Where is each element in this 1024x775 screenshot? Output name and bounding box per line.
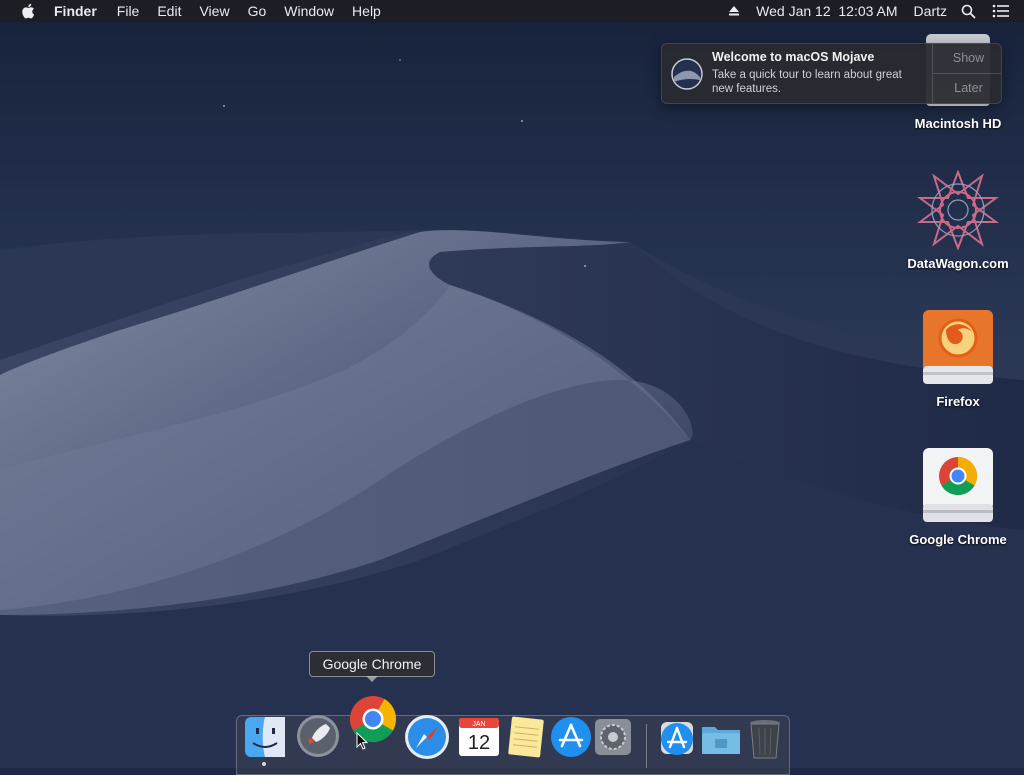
desktop-icon-datawagon[interactable]: DataWagon.com: [898, 170, 1018, 271]
later-button[interactable]: Later: [933, 74, 1001, 103]
desktop-wallpaper: [0, 0, 1024, 768]
menu-edit[interactable]: Edit: [148, 0, 190, 22]
dock-item-calendar[interactable]: JAN 12: [458, 716, 500, 758]
dock-item-trash[interactable]: [748, 718, 782, 760]
menu-go[interactable]: Go: [239, 0, 276, 22]
mouse-pointer-icon: [356, 732, 368, 750]
menu-app-name[interactable]: Finder: [54, 0, 106, 22]
app-store-icon: [551, 717, 591, 757]
menu-help[interactable]: Help: [343, 0, 390, 22]
menu-user[interactable]: Dartz: [914, 3, 947, 19]
welcome-notification[interactable]: Welcome to macOS Mojave Take a quick tou…: [661, 43, 1002, 104]
notification-body: Take a quick tour to learn about great n…: [712, 69, 902, 95]
notes-icon: [508, 716, 544, 758]
menu-file[interactable]: File: [108, 0, 149, 22]
menu-bar: Finder File Edit View Go Window Help Wed…: [0, 0, 1024, 22]
finder-running-indicator: [262, 762, 266, 766]
menu-window[interactable]: Window: [275, 0, 343, 22]
dock-item-notes[interactable]: [506, 716, 546, 758]
menu-clock[interactable]: Wed Jan 12 12:03 AM: [756, 3, 897, 19]
tooltip-arrow: [366, 676, 378, 682]
datawagon-icon: [916, 170, 1000, 250]
dock-item-documents[interactable]: [700, 722, 742, 756]
menu-extras: Wed Jan 12 12:03 AM Dartz: [720, 3, 1024, 19]
dock-item-launchpad[interactable]: [296, 714, 340, 758]
launchpad-rocket-icon: [297, 715, 339, 757]
dock-item-safari[interactable]: [404, 714, 450, 760]
spotlight-search-icon[interactable]: [961, 4, 976, 19]
desktop-icon-label: Firefox: [936, 394, 980, 409]
dock-item-finder[interactable]: [244, 716, 286, 758]
dock-item-system-preferences[interactable]: [594, 718, 632, 756]
desktop-icon-label: DataWagon.com: [907, 256, 1009, 271]
notification-actions: Show Later: [932, 44, 1001, 103]
desktop-icon-label: Macintosh HD: [914, 116, 1002, 131]
firefox-drive-icon: [923, 310, 993, 384]
calendar-day: 12: [468, 732, 490, 754]
desktop-icon-label: Google Chrome: [909, 532, 1007, 547]
eject-icon[interactable]: [728, 5, 740, 17]
dock-item-downloads[interactable]: [658, 718, 696, 758]
safari-compass-icon: [405, 715, 449, 759]
desktop-icon-firefox[interactable]: Firefox: [898, 308, 1018, 409]
finder-icon: [245, 717, 285, 757]
show-button[interactable]: Show: [933, 44, 1001, 74]
calendar-icon: JAN 12: [459, 718, 499, 756]
notification-title: Welcome to macOS Mojave: [712, 50, 875, 64]
apple-icon[interactable]: [20, 2, 38, 20]
notification-center-icon[interactable]: [992, 4, 1010, 18]
menu-view[interactable]: View: [190, 0, 238, 22]
dock-item-app-store[interactable]: [550, 716, 592, 758]
downloads-stack-icon: [661, 722, 693, 755]
desktop-icon-google-chrome[interactable]: Google Chrome: [898, 446, 1018, 547]
calendar-month: JAN: [472, 721, 485, 728]
gear-icon: [595, 719, 631, 755]
mojave-icon: [671, 58, 703, 90]
folder-icon: [702, 727, 740, 754]
trash-icon: [750, 720, 780, 759]
chrome-drive-icon: [923, 448, 993, 522]
dock-tooltip: Google Chrome: [309, 651, 435, 677]
dock-separator: [646, 724, 647, 768]
